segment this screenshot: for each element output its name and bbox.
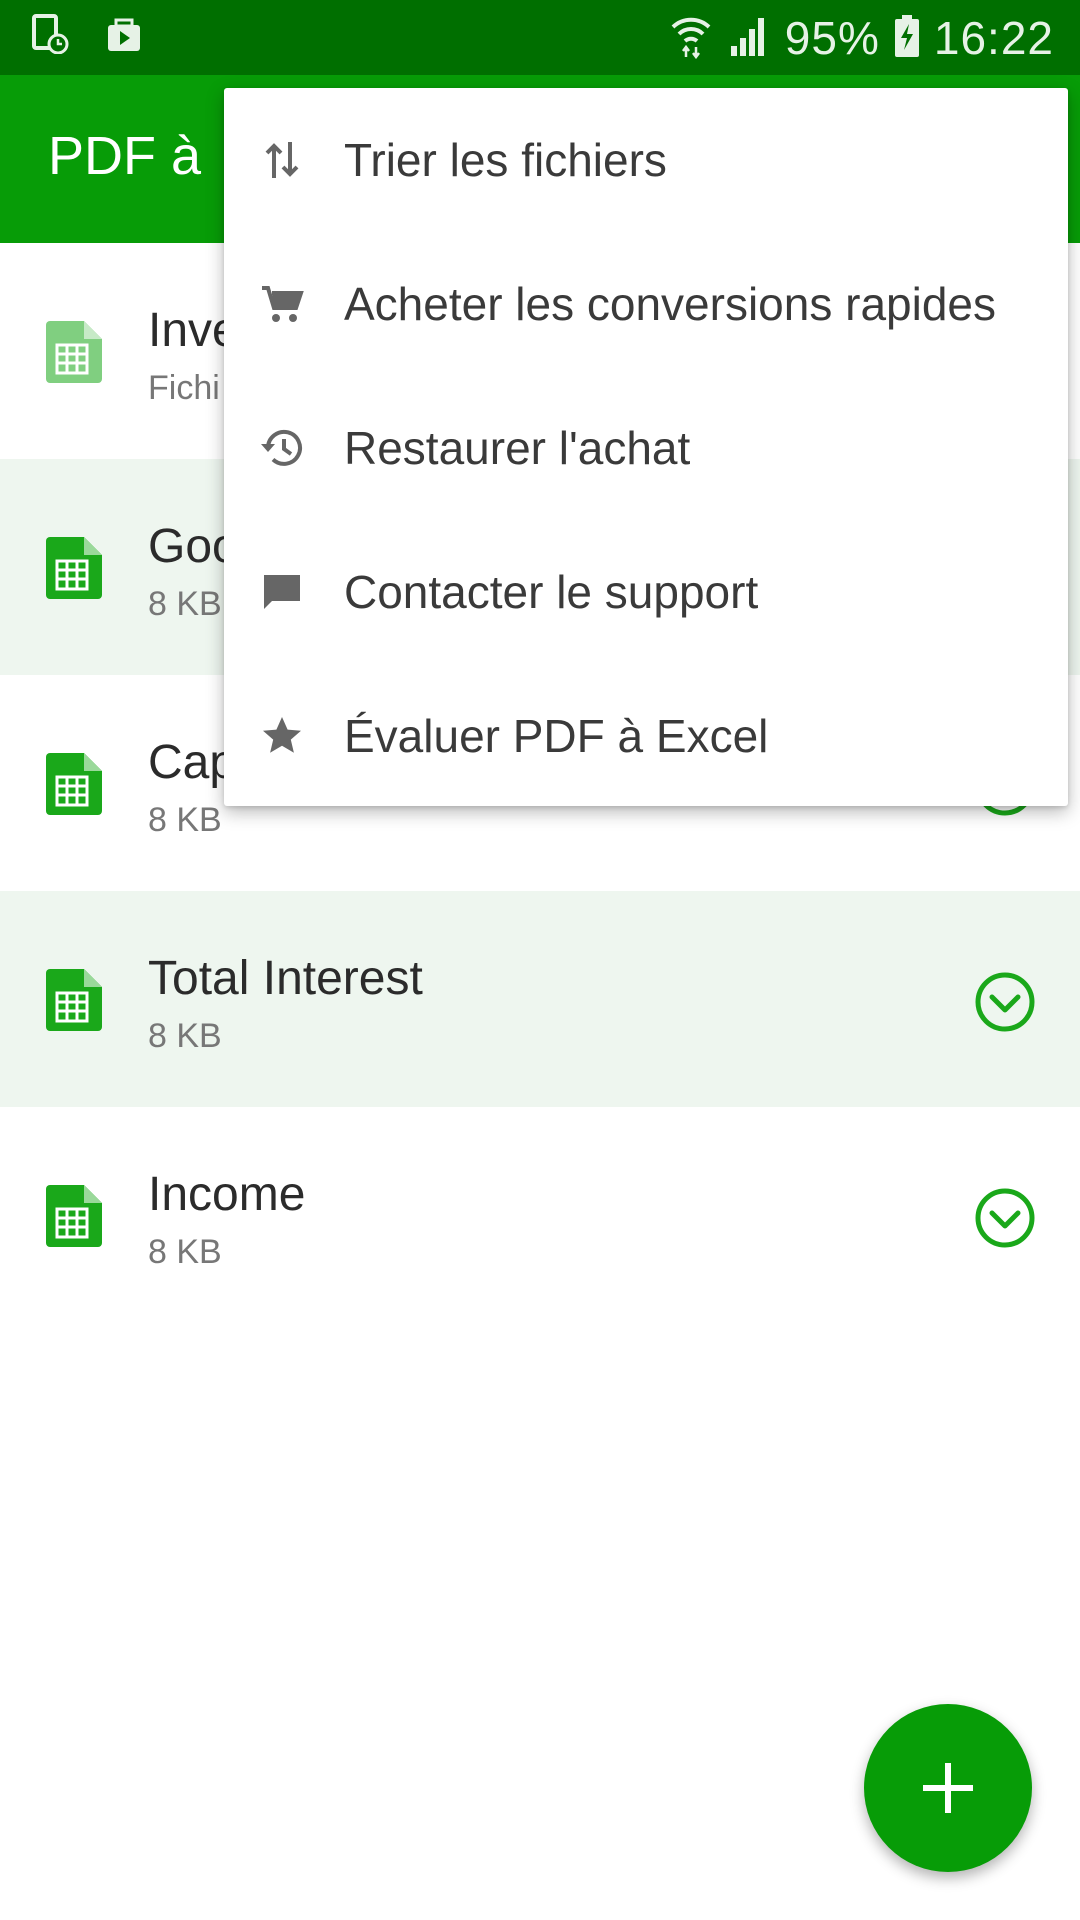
battery-charging-icon xyxy=(894,14,920,63)
menu-item-label: Contacter le support xyxy=(344,566,759,618)
file-name: Cap xyxy=(148,736,237,789)
file-meta: 8 KB xyxy=(148,585,222,623)
battery-percent: 95% xyxy=(784,12,880,64)
star-icon xyxy=(260,714,304,758)
notification-clock-icon xyxy=(30,14,70,59)
file-meta: 8 KB xyxy=(148,1233,222,1271)
spreadsheet-icon xyxy=(46,321,102,383)
app-title: PDF à xyxy=(48,126,202,186)
file-name: Total Interest xyxy=(148,952,423,1005)
menu-item-label: Trier les fichiers xyxy=(344,134,667,186)
menu-item-contact-support[interactable]: Contacter le support xyxy=(224,520,1068,664)
menu-item-sort-files[interactable]: Trier les fichiers xyxy=(224,88,1068,232)
menu-item-restore-purchase[interactable]: Restaurer l'achat xyxy=(224,376,1068,520)
spreadsheet-icon xyxy=(46,537,102,599)
file-meta: Fichi xyxy=(148,369,220,407)
menu-item-buy-fast-conversions[interactable]: Acheter les conversions rapides xyxy=(224,232,1068,376)
file-name: Income xyxy=(148,1168,306,1221)
file-row[interactable]: Total Interest 8 KB xyxy=(0,891,1080,1107)
cart-icon xyxy=(260,282,304,326)
spreadsheet-icon xyxy=(46,969,102,1031)
menu-item-label: Restaurer l'achat xyxy=(344,422,691,474)
file-row[interactable]: Income 8 KB xyxy=(0,1107,1080,1323)
sort-icon xyxy=(260,138,304,182)
chat-icon xyxy=(260,570,304,614)
plus-icon xyxy=(923,1763,973,1813)
play-store-icon xyxy=(104,14,144,59)
wifi-icon xyxy=(669,13,713,64)
file-meta: 8 KB xyxy=(148,1017,222,1055)
restore-icon xyxy=(260,426,304,470)
file-meta: 8 KB xyxy=(148,801,222,839)
menu-item-label: Évaluer PDF à Excel xyxy=(344,710,769,762)
signal-icon xyxy=(727,14,771,63)
add-file-button[interactable] xyxy=(864,1704,1032,1872)
spreadsheet-icon xyxy=(46,753,102,815)
menu-item-label: Acheter les conversions rapides xyxy=(344,278,996,330)
spreadsheet-icon xyxy=(46,1185,102,1247)
overflow-menu: Trier les fichiers Acheter les conversio… xyxy=(224,88,1068,806)
clock: 16:22 xyxy=(933,12,1054,64)
check-circle-icon[interactable] xyxy=(974,971,1036,1033)
status-bar: 95% 16:22 xyxy=(0,0,1080,75)
check-circle-icon[interactable] xyxy=(974,1187,1036,1249)
menu-item-rate-app[interactable]: Évaluer PDF à Excel xyxy=(224,664,1068,808)
